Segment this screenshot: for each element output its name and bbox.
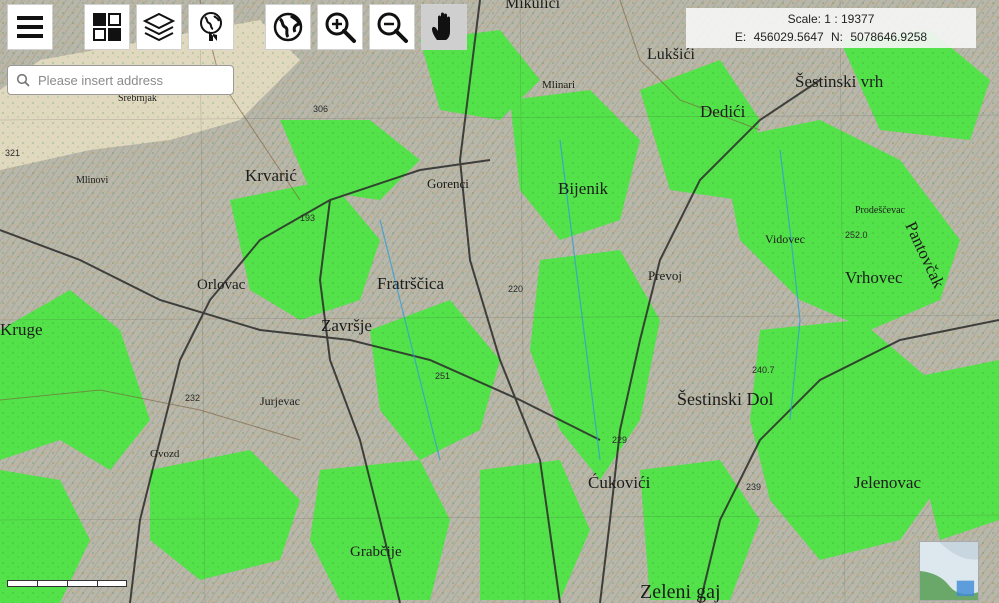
place-label: Krvarić: [245, 166, 297, 185]
overview-minimap[interactable]: [919, 541, 979, 601]
place-label: Mikulići: [505, 0, 561, 12]
hand-icon: [432, 12, 450, 40]
place-label: Mlinovi: [76, 175, 108, 186]
place-label: Prevoj: [648, 268, 682, 283]
svg-text:232: 232: [185, 393, 200, 403]
globe-pointer-icon: [200, 12, 222, 41]
zoom-in-button[interactable]: [317, 4, 363, 50]
place-label: Kruge: [0, 320, 42, 339]
scale-coordinates-panel: Scale: 1 : 19377 E: 456029.5647 N: 50786…: [686, 8, 976, 48]
place-label: Grabčije: [350, 544, 402, 560]
svg-text:306: 306: [313, 104, 328, 114]
hamburger-menu-icon: [17, 16, 43, 38]
grid-tiles-icon: [93, 13, 121, 41]
place-label: Mlinari: [542, 79, 575, 91]
full-extent-button[interactable]: [265, 4, 311, 50]
svg-text:240.7: 240.7: [752, 365, 775, 375]
scale-readout: Scale: 1 : 19377: [686, 10, 976, 28]
locate-button[interactable]: [188, 4, 234, 50]
place-label: Ćukovići: [588, 473, 651, 492]
svg-text:321: 321: [5, 148, 20, 158]
menu-button[interactable]: [7, 4, 53, 50]
map-scale-bar: [7, 580, 127, 587]
zoom-out-button[interactable]: [369, 4, 415, 50]
scale-value: 19377: [841, 12, 875, 26]
easting-label: E:: [734, 30, 747, 44]
svg-text:193: 193: [300, 213, 315, 223]
place-label: Jurjevac: [260, 394, 300, 408]
place-label: Vidovec: [765, 232, 805, 246]
place-label: Šestinski vrh: [795, 72, 884, 91]
search-icon: [16, 73, 30, 87]
layers-button[interactable]: [136, 4, 182, 50]
svg-text:220: 220: [508, 284, 523, 294]
magnifier-minus-icon: [377, 12, 408, 43]
easting-value: 456029.5647: [753, 30, 824, 44]
place-label: Orlovac: [197, 277, 246, 293]
northing-label: N:: [831, 30, 843, 44]
svg-text:239: 239: [746, 482, 761, 492]
place-label: Jelenovac: [854, 473, 921, 492]
layers-stack-icon: [142, 12, 176, 42]
place-label: Šestinski Dol: [677, 388, 774, 409]
magnifier-plus-icon: [325, 12, 356, 43]
scale-label: Scale: 1 :: [787, 12, 838, 26]
svg-text:229: 229: [612, 435, 627, 445]
place-label: Gorenci: [427, 176, 469, 191]
place-label: Vrhovec: [845, 268, 903, 287]
place-label: Dedići: [700, 102, 746, 121]
minimap-thumbnail: [920, 542, 978, 600]
svg-text:252.0: 252.0: [845, 230, 868, 240]
basemap-button[interactable]: [84, 4, 130, 50]
place-label: Prodeščevac: [855, 205, 906, 216]
place-label: Gvozd: [150, 448, 180, 460]
pan-button[interactable]: [421, 4, 467, 50]
place-label: Zeleni gaj: [640, 581, 721, 603]
globe-icon: [273, 12, 303, 42]
svg-text:251: 251: [435, 371, 450, 381]
place-label: Lukšići: [647, 46, 696, 63]
search-input[interactable]: [36, 71, 220, 89]
coordinate-readout: E: 456029.5647 N: 5078646.9258: [686, 28, 976, 46]
place-label: Fratrščica: [377, 274, 444, 293]
place-label: Bijenik: [558, 179, 609, 198]
northing-value: 5078646.9258: [850, 30, 928, 44]
place-label: Završje: [321, 316, 372, 335]
address-search[interactable]: [7, 65, 234, 95]
